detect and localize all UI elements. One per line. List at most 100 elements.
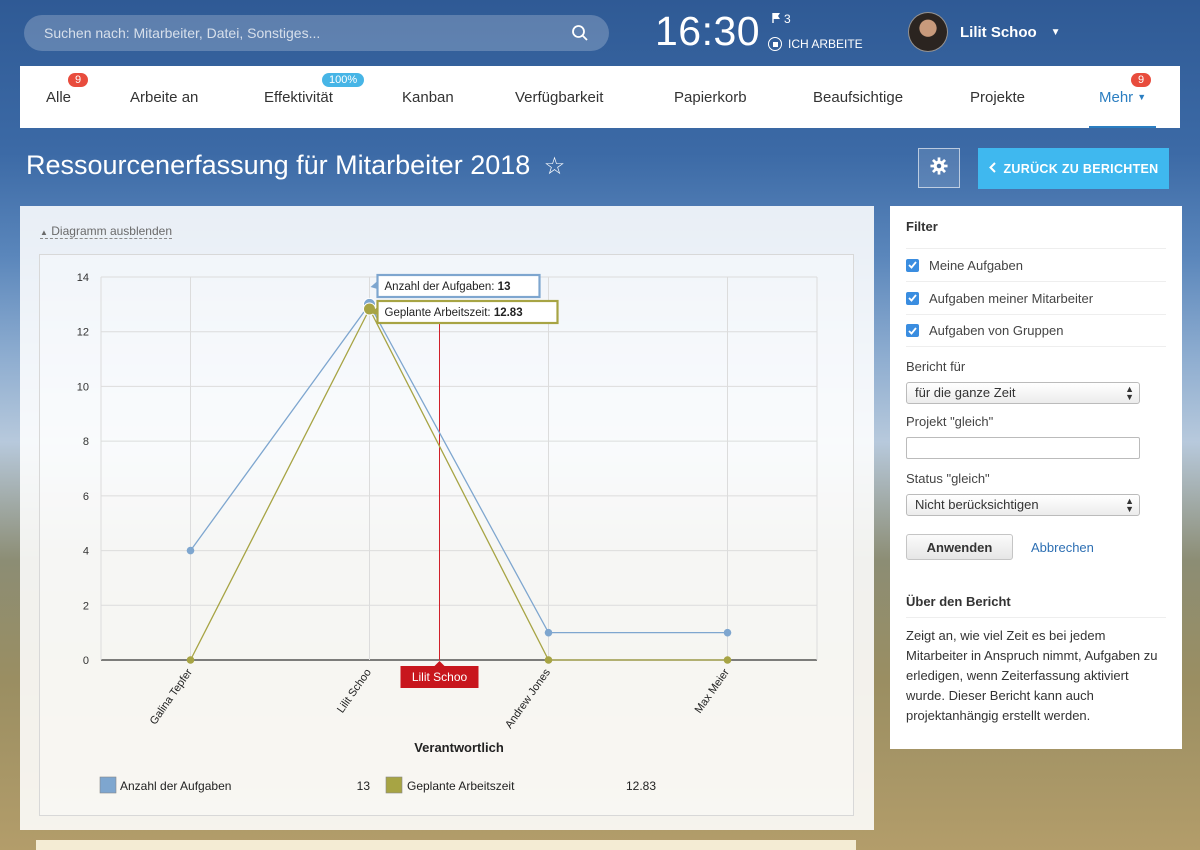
x-tick-label: Max Meier [693, 667, 732, 716]
back-label: ZURÜCK ZU BERICHTEN [1003, 161, 1159, 176]
x-axis-title: Verantwortlich [414, 740, 504, 755]
cancel-link[interactable]: Abbrechen [1031, 540, 1094, 555]
about-title: Über den Bericht [906, 594, 1166, 618]
tab-beaufsichtige[interactable]: Beaufsichtige [813, 66, 903, 128]
count-badge: 9 [1131, 73, 1152, 87]
search-icon[interactable] [571, 24, 589, 42]
y-tick-label: 4 [83, 546, 89, 558]
tooltip-box: Anzahl der Aufgaben: 13 [370, 273, 541, 299]
flag-count: 3 [784, 12, 791, 26]
checkbox-checked-icon[interactable] [906, 258, 919, 272]
series-line [189, 307, 728, 661]
star-icon[interactable]: ☆ [544, 153, 566, 180]
checkbox-my-tasks[interactable]: Meine Aufgaben [906, 248, 1166, 281]
tooltip-box: Geplante Arbeitszeit: 12.83 [370, 299, 559, 325]
select-arrows-icon: ▲ ▼ [1125, 496, 1134, 514]
hide-chart-label: Diagramm ausblenden [51, 224, 172, 238]
checkbox-employee-tasks[interactable]: Aufgaben meiner Mitarbeiter [906, 281, 1166, 314]
tab-mehr[interactable]: Mehr ▼ 9 [1088, 66, 1157, 128]
checkbox-checked-icon[interactable] [906, 291, 919, 305]
legend-label: Geplante Arbeitszeit [407, 779, 515, 793]
hide-chart-link[interactable]: ▲ Diagramm ausblenden [40, 224, 172, 239]
search-bar[interactable] [24, 15, 609, 51]
flag-icon [772, 12, 781, 26]
legend-total: 13 [357, 779, 371, 793]
tab-verfuegbarkeit[interactable]: Verfügbarkeit [515, 66, 603, 128]
settings-button[interactable] [918, 148, 960, 188]
working-toggle[interactable]: ICH ARBEITE [768, 37, 863, 51]
tab-label: Mehr [1099, 88, 1134, 106]
top-bar: 16:30 3 ICH ARBEITE Lilit Schoo ▼ [0, 0, 1200, 64]
back-to-reports-button[interactable]: ZURÜCK ZU BERICHTEN [978, 148, 1169, 189]
series-line [189, 303, 728, 634]
tooltip-series-label: Anzahl der Aufgaben: [385, 281, 498, 293]
checkbox-checked-icon[interactable] [906, 324, 919, 337]
tab-label: Projekte [970, 88, 1026, 106]
tooltip-text: Anzahl der Aufgaben: 13 [385, 281, 511, 293]
stop-icon [768, 37, 782, 51]
status-select[interactable]: Nicht berücksichtigen ▲ ▼ [906, 494, 1140, 516]
tab-alle[interactable]: Alle 9 [46, 66, 89, 128]
tab-label: Verfügbarkeit [515, 88, 604, 106]
page-title-text: Ressourcenerfassung für Mitarbeiter 2018 [26, 150, 531, 180]
gear-icon [930, 156, 948, 180]
select-value: für die ganze Zeit [915, 385, 1016, 400]
tab-kanban[interactable]: Kanban [402, 66, 454, 128]
data-point [186, 656, 195, 664]
x-tick-label: Galina Tepfer [148, 667, 195, 728]
tab-label: Papierkorb [674, 88, 747, 106]
apply-button[interactable]: Anwenden [906, 534, 1013, 560]
tooltip-pointer [370, 281, 378, 289]
user-menu[interactable]: Lilit Schoo ▼ [908, 12, 1061, 52]
checkbox-label: Aufgaben meiner Mitarbeiter [929, 290, 1094, 306]
tab-label: Arbeite an [130, 88, 199, 106]
crosshair-category-label: Lilit Schoo [400, 661, 479, 688]
tab-projekte[interactable]: Projekte [970, 66, 1025, 128]
checkbox-label: Meine Aufgaben [929, 257, 1023, 273]
flag-counter[interactable]: 3 [772, 12, 791, 26]
data-point [723, 628, 732, 637]
chevron-down-icon: ▼ [1137, 92, 1147, 102]
x-tick-label: Lilit Schoo [335, 667, 374, 715]
data-point [544, 656, 553, 664]
percent-badge: 100% [322, 73, 365, 87]
main-nav: Alle 9 Arbeite an Effektivität 100% Kanb… [20, 66, 1180, 128]
tab-arbeite-an[interactable]: Arbeite an [130, 66, 198, 128]
tab-effektivitaet[interactable]: Effektivität 100% [264, 66, 365, 128]
count-badge: 9 [68, 73, 89, 87]
chevron-down-icon: ▼ [1050, 26, 1061, 38]
working-label: ICH ARBEITE [788, 37, 863, 51]
report-table-area [36, 840, 856, 850]
legend-swatch [385, 776, 403, 794]
data-point [186, 546, 195, 555]
report-period-select[interactable]: für die ganze Zeit ▲ ▼ [906, 382, 1140, 404]
y-tick-label: 8 [83, 436, 89, 448]
search-input[interactable] [44, 25, 571, 41]
crosshair-label-arrow [434, 661, 445, 666]
project-input[interactable] [906, 437, 1140, 459]
y-tick-label: 0 [83, 655, 89, 667]
y-tick-label: 10 [77, 381, 89, 393]
status-label: Status "gleich" [906, 471, 990, 486]
legend-total: 12.83 [626, 779, 656, 793]
y-tick-label: 6 [83, 491, 89, 503]
legend-label: Anzahl der Aufgaben [120, 779, 231, 793]
tab-papierkorb[interactable]: Papierkorb [674, 66, 747, 128]
data-point [723, 656, 732, 664]
checkbox-group-tasks[interactable]: Aufgaben von Gruppen [906, 314, 1166, 347]
y-tick-label: 12 [77, 327, 89, 339]
x-tick-label: Andrew Jones [503, 666, 553, 730]
report-panel: ▲ Diagramm ausblenden 0 2 4 6 8 10 12 14 Galina … [20, 206, 874, 830]
avatar [908, 12, 948, 52]
report-period-label: Bericht für [906, 359, 966, 374]
tooltip-text: Geplante Arbeitszeit: 12.83 [385, 307, 523, 319]
user-name: Lilit Schoo [960, 23, 1037, 41]
tab-label: Effektivität [264, 88, 333, 106]
filter-panel: Filter Meine Aufgaben Aufgaben meiner Mi… [890, 206, 1182, 749]
tooltip-value: 13 [498, 281, 511, 293]
legend-swatch [99, 776, 117, 794]
page-title: Ressourcenerfassung für Mitarbeiter 2018… [26, 150, 565, 181]
clock: 16:30 [655, 8, 761, 54]
tooltip-series-label: Geplante Arbeitszeit: [385, 307, 494, 319]
data-point [544, 628, 553, 637]
